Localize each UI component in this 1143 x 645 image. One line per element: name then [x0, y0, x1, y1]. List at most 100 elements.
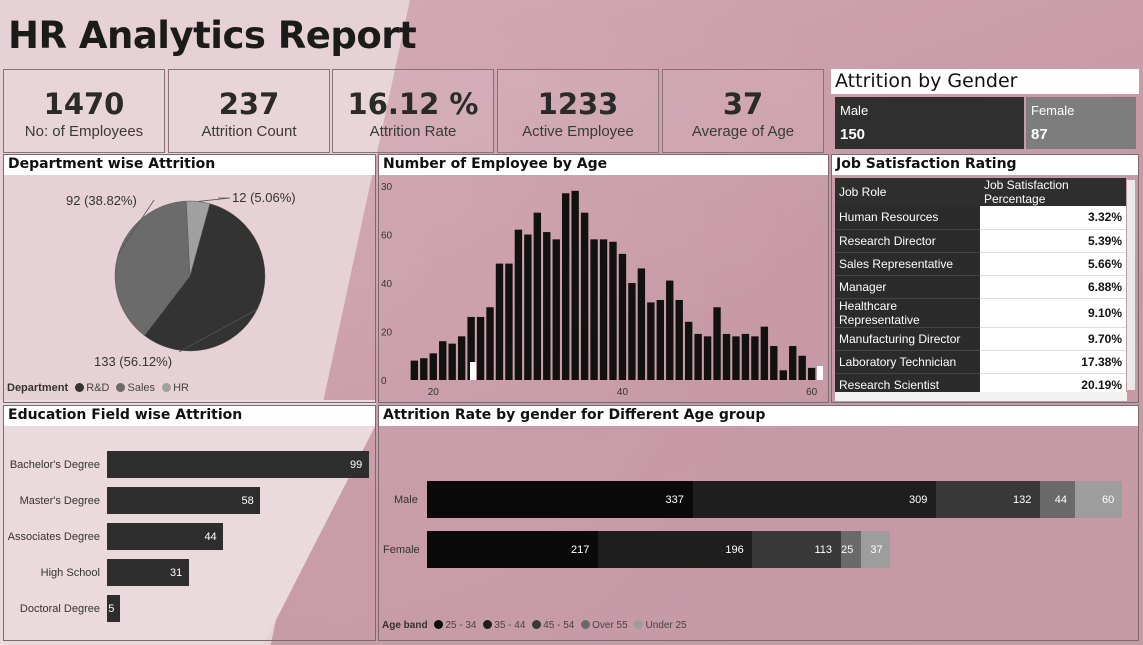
age-bar [448, 343, 456, 380]
job-satisfaction-table[interactable]: Job Role Job Satisfaction Percentage Hum… [835, 178, 1126, 397]
kpi-card-employees[interactable]: 1470 No: of Employees [3, 69, 165, 153]
age-bar [429, 353, 437, 380]
kpi-card-attrition-rate[interactable]: 16.12 % Attrition Rate [332, 69, 494, 153]
age-bar [505, 263, 513, 380]
kpi-value: 1233 [537, 87, 619, 121]
kpi-card-average-age[interactable]: 37 Average of Age [662, 69, 824, 153]
age-bar [571, 190, 579, 380]
legend-item: 35 - 44 [494, 620, 526, 631]
kpi-card-attrition-count[interactable]: 237 Attrition Count [168, 69, 330, 153]
age-bar [580, 212, 589, 380]
gender-card-title: Attrition by Gender [831, 69, 1139, 94]
gender-age-panel [378, 405, 1139, 641]
legend-title: Age band [382, 620, 428, 631]
legend-item: Over 55 [592, 620, 628, 631]
edu-bar-value: 99 [350, 459, 363, 471]
age-bar [495, 263, 504, 380]
gender-value: 87 [1031, 126, 1048, 143]
gender-card-female[interactable]: Female 87 [1026, 97, 1136, 149]
legend-title: Department [7, 382, 69, 394]
edu-category-label: Master's Degree [19, 495, 100, 507]
kpi-value: 1470 [43, 87, 125, 121]
gender-card-male[interactable]: Male 150 [835, 97, 1024, 149]
stacked-segment[interactable] [427, 481, 693, 518]
edu-bar[interactable] [107, 451, 369, 478]
kpi-card-active-employee[interactable]: 1233 Active Employee [497, 69, 659, 153]
gender-value: 150 [840, 126, 866, 143]
stacked-segment[interactable] [692, 481, 937, 518]
age-bar [609, 241, 617, 380]
age-bar-chart: 0 20 40 60 30 20 40 60 [381, 182, 823, 398]
cell-job-role: Research Director [835, 229, 980, 253]
legend-item: Under 25 [645, 620, 687, 631]
kpi-label: Attrition Count [201, 123, 297, 140]
table-row[interactable]: Healthcare Representative 9.10% [835, 298, 1126, 328]
x-tick-label: 40 [617, 387, 629, 398]
gender-category-label: Female [383, 544, 420, 556]
cell-satisfaction-pct: 3.32% [980, 206, 1126, 230]
cell-satisfaction-pct: 9.10% [980, 298, 1126, 328]
edu-category-label: Doctoral Degree [19, 603, 100, 615]
age-bar [410, 360, 419, 380]
stacked-segment[interactable] [1074, 481, 1122, 518]
cell-satisfaction-pct: 5.39% [980, 229, 1126, 253]
legend-item: 45 - 54 [543, 620, 575, 631]
edu-bar-value: 5 [108, 603, 115, 615]
table-row[interactable]: Manager 6.88% [835, 275, 1126, 299]
age-bar [798, 355, 806, 380]
age-bar [486, 307, 494, 380]
age-bar [732, 336, 740, 380]
column-header-job-role[interactable]: Job Role [835, 178, 980, 206]
kpi-label: No: of Employees [24, 123, 144, 140]
stacked-segment-value: 37 [870, 544, 883, 556]
pie-data-label: 133 (56.12%) [94, 354, 172, 369]
table-row[interactable]: Manufacturing Director 9.70% [835, 327, 1126, 351]
table-row[interactable]: Laboratory Technician 17.38% [835, 350, 1126, 374]
age-bar [722, 333, 731, 380]
edu-category-label: High School [40, 567, 100, 579]
age-bar [807, 367, 816, 380]
age-bar [552, 239, 560, 380]
y-tick-label: 20 [381, 328, 393, 339]
age-bar [770, 346, 778, 380]
y-tick-label: 0 [381, 376, 387, 387]
age-panel-title: Number of Employee by Age [379, 155, 828, 175]
range-handle-left [470, 362, 476, 380]
cell-satisfaction-pct: 5.66% [980, 252, 1126, 276]
stacked-segment-value: 113 [814, 544, 833, 556]
edu-bar-value: 58 [241, 495, 254, 507]
age-bar [779, 370, 787, 380]
stacked-segment-value: 25 [841, 544, 854, 556]
range-handle-right [817, 366, 823, 380]
x-tick-label: 60 [806, 387, 818, 398]
x-tick-label: 20 [428, 387, 440, 398]
age-bar [713, 307, 721, 380]
gender-label: Male [840, 103, 869, 118]
cell-satisfaction-pct: 6.88% [980, 275, 1126, 299]
age-bar [533, 212, 542, 380]
table-row[interactable]: Sales Representative 5.66% [835, 252, 1126, 276]
table-row[interactable]: Research Director 5.39% [835, 229, 1126, 253]
table-scrollbar-vertical[interactable] [1127, 180, 1135, 390]
column-header-satisfaction[interactable]: Job Satisfaction Percentage [980, 178, 1126, 206]
age-bar [420, 358, 428, 380]
table-scrollbar-horizontal[interactable] [835, 392, 1127, 401]
pie-data-label: 12 (5.06%) [232, 190, 296, 205]
age-bar [751, 336, 759, 380]
kpi-label: Attrition Rate [369, 123, 457, 140]
stacked-segment-value: 60 [1102, 494, 1115, 506]
legend-item: R&D [86, 382, 110, 394]
stacked-segment-value: 196 [725, 544, 744, 556]
legend-item: 25 - 34 [445, 620, 477, 631]
pie-data-label: 92 (38.82%) [66, 193, 137, 208]
age-bar [760, 326, 769, 380]
report-title: HR Analytics Report [8, 14, 417, 57]
cell-satisfaction-pct: 9.70% [980, 327, 1126, 351]
kpi-value: 16.12 % [347, 87, 479, 121]
age-bar [684, 321, 693, 380]
dept-pie-chart: 133 (56.12%) 92 (38.82%) 12 (5.06%) [66, 190, 296, 369]
edu-bar[interactable] [107, 487, 261, 514]
table-row[interactable]: Human Resources 3.32% [835, 206, 1126, 230]
gender-category-label: Male [394, 494, 418, 506]
cell-job-role: Manager [835, 275, 980, 299]
